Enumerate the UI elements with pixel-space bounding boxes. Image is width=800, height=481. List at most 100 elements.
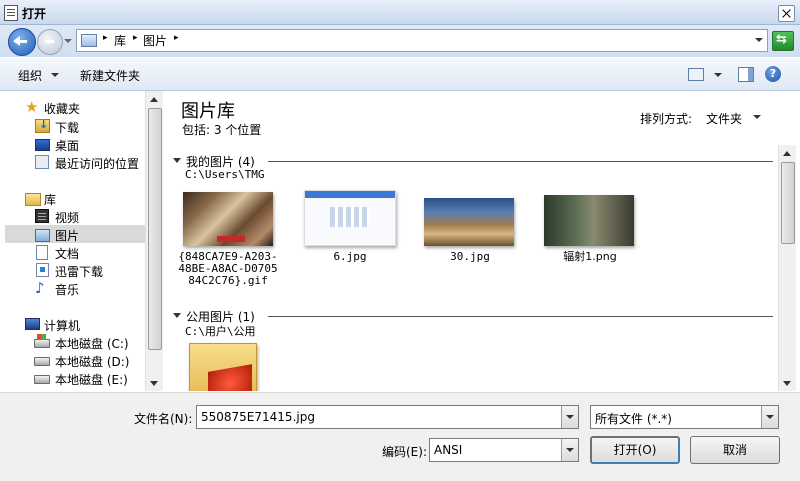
library-title: 图片库 bbox=[181, 101, 235, 122]
command-bar: 组织 新建文件夹 ? bbox=[0, 58, 800, 91]
scroll-down-icon[interactable] bbox=[783, 381, 791, 386]
close-button[interactable] bbox=[778, 5, 795, 22]
nav-item-drive-d[interactable]: 本地磁盘 (D:) bbox=[5, 351, 145, 369]
nav-libraries[interactable]: 库 bbox=[5, 189, 145, 207]
chevron-down-icon[interactable] bbox=[761, 406, 778, 428]
file-list-pane: 图片库 包括: 3 个位置 排列方式: 文件夹 我的图片 (4) C:\User… bbox=[163, 91, 777, 391]
scroll-up-icon[interactable] bbox=[783, 151, 791, 156]
file-name-line: 辐射1.png bbox=[563, 250, 617, 263]
navigation-pane: ★ 收藏夹 下载 桌面 最近访问的位置 库 视频 图片 文档 迅雷下载 ♪ 音乐… bbox=[5, 91, 145, 391]
open-button[interactable]: 打开(O) bbox=[590, 436, 680, 464]
library-folder-icon bbox=[81, 34, 97, 47]
forward-button[interactable] bbox=[37, 29, 63, 55]
file-name[interactable]: 6.jpg bbox=[304, 251, 396, 263]
image-thumbnail[interactable] bbox=[304, 190, 396, 246]
file-list-scrollbar[interactable] bbox=[778, 145, 796, 391]
nav-label: 本地磁盘 (E:) bbox=[55, 373, 128, 387]
nav-favorites[interactable]: ★ 收藏夹 bbox=[5, 98, 145, 117]
nav-item-pictures[interactable]: 图片 bbox=[5, 225, 145, 243]
address-dropdown-icon[interactable] bbox=[755, 38, 763, 42]
chevron-down-icon[interactable] bbox=[753, 115, 761, 119]
chevron-down-icon[interactable] bbox=[561, 406, 578, 428]
image-thumbnail[interactable] bbox=[424, 198, 514, 246]
collapse-caret-icon[interactable] bbox=[173, 313, 181, 318]
arrange-by-dropdown[interactable]: 文件夹 bbox=[706, 110, 742, 127]
library-locations-link[interactable]: 包括: 3 个位置 bbox=[182, 121, 261, 138]
scroll-down-icon[interactable] bbox=[150, 381, 158, 386]
refresh-button[interactable] bbox=[772, 31, 794, 51]
navigation-scrollbar[interactable] bbox=[145, 91, 163, 391]
file-name-line: 6.jpg bbox=[333, 250, 367, 263]
breadcrumb-library[interactable]: 库 bbox=[114, 32, 126, 49]
file-name[interactable]: 辐射1.png bbox=[544, 251, 636, 263]
history-dropdown-icon[interactable] bbox=[64, 39, 72, 43]
nav-item-videos[interactable]: 视频 bbox=[5, 207, 145, 225]
collapse-caret-icon[interactable] bbox=[173, 158, 181, 163]
breadcrumb-separator-icon[interactable]: ▸ bbox=[174, 33, 179, 43]
breadcrumb-separator-icon[interactable]: ▸ bbox=[103, 33, 108, 43]
back-button[interactable] bbox=[8, 28, 36, 56]
nav-item-downloads[interactable]: 下载 bbox=[5, 117, 145, 135]
scrollbar-thumb[interactable] bbox=[148, 108, 162, 350]
window-title: 打开 bbox=[22, 7, 47, 21]
desktop-icon bbox=[35, 139, 50, 151]
nav-label: 最近访问的位置 bbox=[55, 157, 140, 171]
nav-label: 下载 bbox=[55, 121, 80, 135]
scrollbar-thumb[interactable] bbox=[781, 162, 795, 244]
file-name-line: 30.jpg bbox=[450, 250, 490, 263]
filename-input[interactable]: 550875E71415.jpg bbox=[196, 405, 579, 429]
system-drive-icon bbox=[34, 334, 50, 348]
title-bar[interactable]: 打开 bbox=[0, 0, 800, 25]
arrange-by-label: 排列方式: bbox=[640, 112, 693, 126]
file-name[interactable]: {848CA7E9-A203- 48BE-A8AC-D0705 84C2C76}… bbox=[175, 251, 281, 287]
encoding-value: ANSI bbox=[434, 443, 463, 457]
breadcrumb-pictures[interactable]: 图片 bbox=[143, 32, 167, 49]
download-folder-icon bbox=[35, 118, 50, 133]
nav-item-music[interactable]: ♪ 音乐 bbox=[5, 279, 145, 298]
chevron-down-icon[interactable] bbox=[561, 439, 578, 461]
group-header-public-pictures[interactable]: 公用图片 (1) bbox=[173, 308, 773, 324]
new-folder-button[interactable]: 新建文件夹 bbox=[80, 67, 140, 84]
image-thumbnail[interactable] bbox=[544, 195, 634, 246]
nav-item-desktop[interactable]: 桌面 bbox=[5, 135, 145, 153]
file-name-line: 84C2C76}.gif bbox=[188, 274, 268, 287]
document-icon bbox=[36, 245, 48, 260]
file-type-select[interactable]: 所有文件 (*.*) bbox=[590, 405, 779, 429]
filename-label: 文件名(N): bbox=[134, 412, 193, 426]
nav-label: 音乐 bbox=[55, 283, 80, 297]
image-thumbnail[interactable] bbox=[183, 192, 273, 246]
view-options-dropdown-icon[interactable] bbox=[714, 73, 722, 77]
nav-item-drive-c[interactable]: 本地磁盘 (C:) bbox=[5, 333, 145, 351]
chevron-down-icon[interactable] bbox=[51, 73, 59, 77]
nav-item-recent[interactable]: 最近访问的位置 bbox=[5, 153, 145, 171]
group-divider bbox=[268, 161, 773, 162]
breadcrumb-separator-icon[interactable]: ▸ bbox=[133, 33, 138, 43]
pictures-icon bbox=[35, 229, 50, 242]
change-view-icon[interactable] bbox=[688, 68, 704, 81]
hard-drive-icon bbox=[34, 375, 50, 384]
nav-item-drive-e[interactable]: 本地磁盘 (E:) bbox=[5, 369, 145, 387]
organize-button[interactable]: 组织 bbox=[18, 67, 42, 84]
preview-pane-icon[interactable] bbox=[738, 67, 754, 82]
hard-drive-icon bbox=[34, 357, 50, 366]
folder-icon[interactable] bbox=[189, 343, 257, 391]
group-divider bbox=[268, 316, 773, 317]
help-icon[interactable]: ? bbox=[765, 66, 781, 82]
cancel-button[interactable]: 取消 bbox=[690, 436, 780, 464]
nav-item-documents[interactable]: 文档 bbox=[5, 243, 145, 261]
scroll-up-icon[interactable] bbox=[150, 97, 158, 102]
library-icon bbox=[25, 193, 41, 206]
nav-computer[interactable]: 计算机 bbox=[5, 315, 145, 333]
file-name[interactable]: 30.jpg bbox=[424, 251, 516, 263]
address-bar[interactable]: ▸ 库 ▸ 图片 ▸ bbox=[76, 29, 768, 52]
nav-label: 视频 bbox=[55, 211, 80, 225]
star-icon: ★ bbox=[25, 98, 39, 116]
nav-label: 图片 bbox=[55, 229, 80, 243]
music-note-icon: ♪ bbox=[35, 279, 45, 297]
encoding-select[interactable]: ANSI bbox=[429, 438, 579, 462]
group-path: C:\用户\公用 bbox=[185, 325, 256, 338]
group-header-my-pictures[interactable]: 我的图片 (4) bbox=[173, 153, 773, 169]
group-path: C:\Users\TMG bbox=[185, 168, 265, 181]
document-icon bbox=[4, 5, 18, 21]
nav-item-thunder-downloads[interactable]: 迅雷下载 bbox=[5, 261, 145, 279]
